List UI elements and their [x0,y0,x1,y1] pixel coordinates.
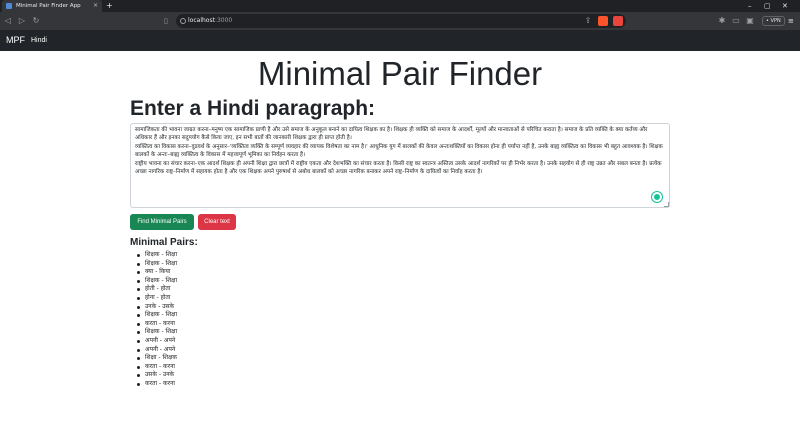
minimal-pairs-heading: Minimal Pairs: [130,237,198,248]
window-close-icon[interactable]: ✕ [782,0,788,12]
clear-text-button[interactable]: Clear text [198,214,236,230]
paragraph-textarea[interactable]: सामाजिकता की भावना जाग्रत करना–मनुष्य एक… [130,123,670,208]
minimize-icon[interactable]: – [748,0,752,12]
tab-close-icon[interactable]: × [93,0,98,12]
tab-title: Minimal Pair Finder App [16,3,81,9]
brave-shield-icon[interactable] [598,16,608,26]
url-host: localhost [188,17,215,24]
minimal-pair-item: शिक्षक - शिक्षा [136,328,177,337]
reload-icon[interactable]: ↻ [30,14,42,28]
minimal-pair-item: शिक्षक - शिक्षा [136,251,177,260]
browser-tab-bar: Minimal Pair Finder App × + – ▢ ✕ [0,0,800,12]
navbar-brand[interactable]: MPF [6,30,25,51]
grammarly-icon[interactable] [652,192,662,202]
page-title: Minimal Pair Finder [257,55,543,92]
site-info-icon[interactable] [180,18,186,24]
paragraph-prompt: Enter a Hindi paragraph: [130,97,376,120]
minimal-pair-item: उसके - उनके [136,371,177,380]
find-minimal-pairs-button[interactable]: Find Minimal Pairs [130,214,194,230]
resize-handle-icon[interactable] [664,202,669,207]
url-port: :3000 [214,17,233,24]
sidebar-icon[interactable]: ▭ [730,14,742,28]
brave-rewards-icon[interactable] [613,16,623,26]
extensions-icon[interactable]: ✱ [716,14,728,28]
url-bar[interactable]: localhost:3000 [176,14,626,28]
minimal-pair-item: अपनी - अपने [136,346,177,355]
minimal-pair-item: शिक्षक - शिक्षा [136,311,177,320]
minimal-pair-item: होती - होता [136,285,177,294]
menu-icon[interactable]: ≡ [788,15,794,27]
minimal-pair-item: क्या - किया [136,268,177,277]
wallet-icon[interactable]: ▣ [744,14,756,28]
nav-link-hindi[interactable]: Hindi [31,30,47,51]
maximize-icon[interactable]: ▢ [764,0,771,12]
minimal-pair-item: होना - होता [136,294,177,303]
app-navbar: MPF Hindi [0,30,800,51]
forward-icon[interactable]: ▷ [16,14,28,28]
bookmark-icon[interactable]: ▯ [164,15,168,27]
minimal-pair-item: अपनी - अपने [136,337,177,346]
browser-toolbar: ◁ ▷ ↻ ▯ localhost:3000 ⇪ ✱ ▭ ▣ • VPN ≡ [0,12,800,30]
vpn-button[interactable]: • VPN [762,16,785,26]
browser-tab[interactable]: Minimal Pair Finder App × [2,0,102,12]
back-icon[interactable]: ◁ [2,14,14,28]
minimal-pair-item: शिक्षक - शिक्षा [136,260,177,269]
tab-favicon-icon [6,3,12,9]
minimal-pair-item: शिक्षा - शिक्षक [136,354,177,363]
new-tab-button[interactable]: + [106,0,113,12]
minimal-pairs-list: शिक्षक - शिक्षा शिक्षक - शिक्षा क्या - किय… [136,251,177,389]
share-icon[interactable]: ⇪ [582,14,594,28]
minimal-pair-item: करता - करना [136,380,177,389]
minimal-pair-item: उनके - उसके [136,303,177,312]
